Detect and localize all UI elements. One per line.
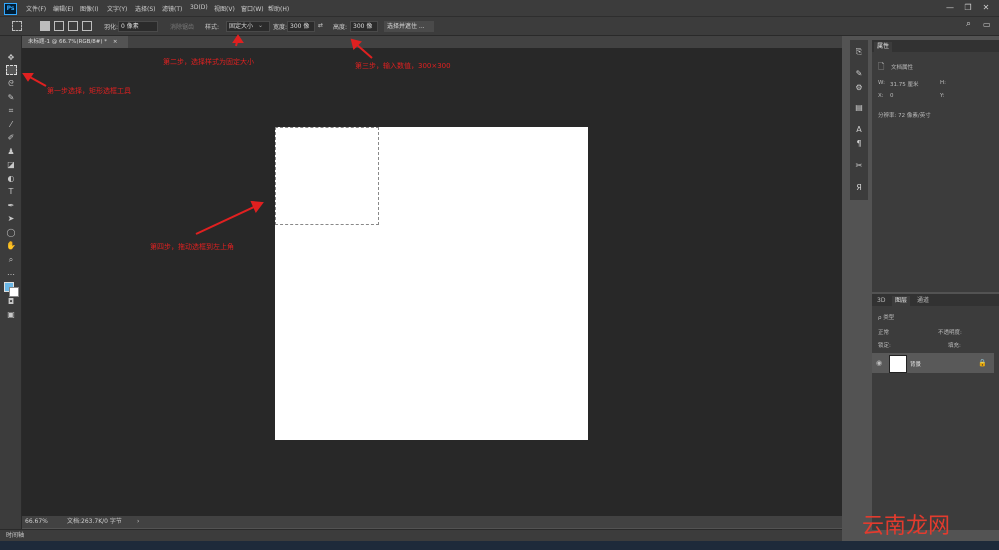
x-value[interactable]: 0 (890, 93, 894, 99)
lock-label: 锁定: (878, 343, 891, 349)
document-icon: 🗋 (878, 62, 885, 71)
doc-info: 文档:263.7K/0 字节 (67, 518, 122, 525)
properties-panel (872, 40, 999, 292)
tab-3d[interactable]: 3D (874, 296, 888, 306)
resolution-label: 分辨率: 72 像素/英寸 (878, 113, 931, 119)
watermark: 云南龙网 (862, 514, 951, 539)
layer-thumbnail (889, 355, 907, 373)
opacity-label: 不透明度: (938, 330, 962, 336)
x-label: X: (878, 93, 884, 99)
y-label: Y: (940, 93, 945, 99)
properties-tab-row: 属性 (872, 40, 999, 52)
arrow-step2-head (232, 34, 244, 43)
brush-settings-icon[interactable]: ✎ (853, 68, 865, 80)
eye-icon[interactable]: ◉ (876, 359, 882, 367)
libraries-icon[interactable]: ▤ (853, 102, 865, 114)
zoom-level[interactable]: 66.67% (25, 516, 48, 528)
lock-icon: 🔒 (978, 359, 987, 367)
tab-properties[interactable]: 属性 (874, 42, 893, 52)
tab-layers[interactable]: 图层 (892, 296, 911, 306)
w-label: W: (878, 80, 885, 86)
os-taskbar (0, 541, 999, 550)
character-icon[interactable]: A (853, 124, 865, 136)
arrow-step1-head (22, 73, 34, 82)
adjustments-icon[interactable]: ⚙ (853, 82, 865, 94)
history-icon[interactable]: ⎘ (853, 46, 865, 58)
status-arrow-icon[interactable]: › (137, 516, 139, 528)
arrow-step4 (195, 205, 257, 235)
layers-panel (872, 294, 999, 530)
panel-icon-strip: ⎘ ✎ ⚙ ▤ A ¶ ✂ Я (850, 40, 868, 200)
arrow-step4-head (250, 200, 264, 213)
tab-channels[interactable]: 通道 (914, 296, 932, 306)
tools-preset-icon[interactable]: ✂ (853, 160, 865, 172)
glyphs-icon[interactable]: Я (853, 182, 865, 194)
layer-filter-input[interactable]: ρ 类型 (878, 313, 894, 321)
blend-mode-select[interactable]: 正常 (878, 328, 889, 336)
w-value[interactable]: 31.75 厘米 (890, 80, 919, 88)
layer-name[interactable]: 背景 (910, 360, 921, 368)
arrow-step3 (355, 43, 373, 59)
layers-tab-row: 3D 图层 通道 (872, 294, 999, 306)
fill-label: 填充: (948, 343, 961, 349)
h-label: H: (940, 80, 946, 86)
doc-props-label: 文档属性 (891, 65, 914, 71)
status-bar: 66.67% 文档:263.7K/0 字节 › (22, 516, 842, 528)
paragraph-icon[interactable]: ¶ (853, 138, 865, 150)
